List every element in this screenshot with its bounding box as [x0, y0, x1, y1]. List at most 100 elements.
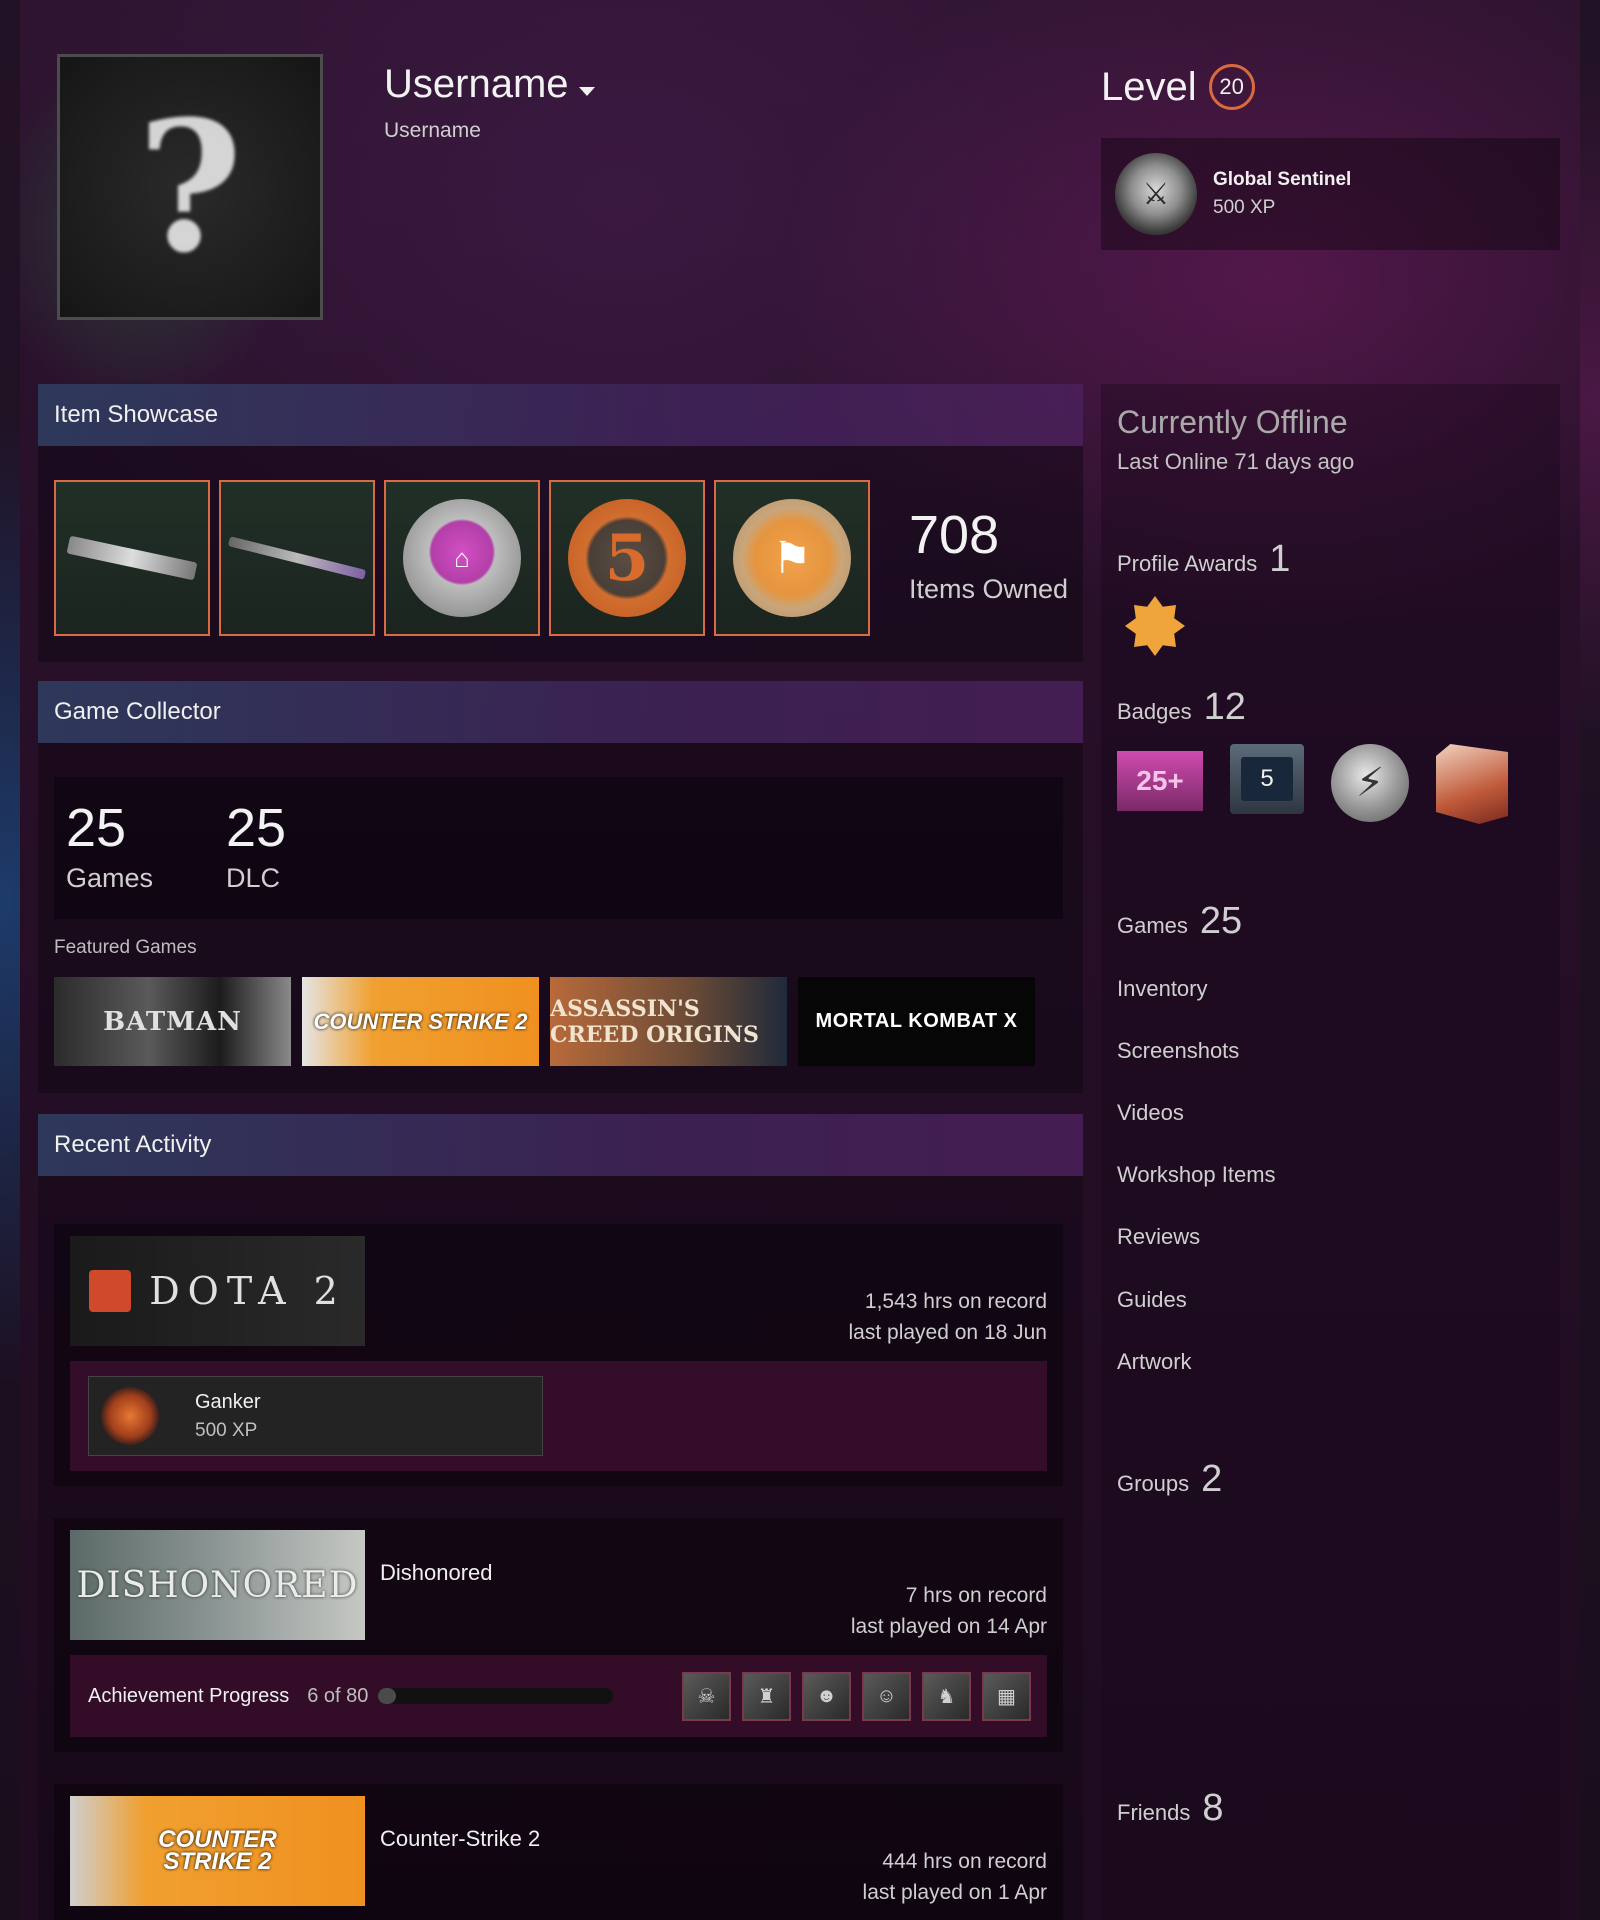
ganker-badge-icon: [101, 1387, 159, 1445]
featured-game-batman[interactable]: BATMAN: [54, 977, 291, 1066]
online-status: Currently Offline Last Online 71 days ag…: [1117, 404, 1354, 475]
screenshots-link[interactable]: Screenshots: [1117, 1038, 1239, 1064]
game-capsule-cs2[interactable]: COUNTER STRIKE 2: [70, 1796, 365, 1906]
items-owned-label: Items Owned: [909, 574, 1069, 604]
avatar-placeholder-icon: ?: [137, 81, 243, 293]
profile-awards-link[interactable]: Profile Awards 1: [1117, 538, 1290, 581]
featured-game-ac-origins[interactable]: ASSASSIN'S CREED ORIGINS: [550, 977, 787, 1066]
badges-link[interactable]: Badges 12: [1117, 686, 1246, 729]
showcase-item-sniper[interactable]: [219, 480, 375, 636]
showcase-item-capitol-coin[interactable]: ⌂: [384, 480, 540, 636]
lightning-badge-icon[interactable]: ⚡: [1331, 744, 1409, 822]
cs-rank-emblem-icon: ⚔: [1115, 153, 1197, 235]
items-owned[interactable]: 708 Items Owned: [909, 504, 1068, 605]
inventory-link[interactable]: Inventory: [1117, 976, 1208, 1002]
game-capsule-dota2[interactable]: DOTA 2: [70, 1236, 365, 1346]
status-text: Currently Offline: [1117, 404, 1348, 440]
showcase-item-veteran-coin[interactable]: 5: [549, 480, 705, 636]
achievement-icon[interactable]: ☺: [862, 1671, 911, 1721]
friends-count: 8: [1202, 1787, 1224, 1829]
games-stat[interactable]: 25 Games: [66, 797, 153, 894]
dishonored-title[interactable]: Dishonored: [380, 1560, 493, 1586]
achievement-icon[interactable]: ♜: [742, 1671, 791, 1721]
level-badge[interactable]: 20: [1208, 64, 1255, 110]
featured-game-cs2[interactable]: COUNTER STRIKE 2: [302, 977, 539, 1066]
achievement-icon[interactable]: ▦: [982, 1671, 1031, 1721]
level-5-badge-value: 5: [1241, 757, 1293, 801]
level-label: Level: [1101, 64, 1197, 109]
profile-level: Level 20: [1101, 64, 1255, 110]
dota2-badge-card[interactable]: Ganker 500 XP: [88, 1376, 543, 1456]
badges-count: 12: [1203, 686, 1246, 728]
showcase-item-rifle[interactable]: [54, 480, 210, 636]
profile-page: ? Username Username Level 20 ⚔ Global Se…: [20, 0, 1580, 1920]
reviews-link[interactable]: Reviews: [1117, 1224, 1200, 1250]
featured-badge[interactable]: ⚔ Global Sentinel 500 XP: [1101, 138, 1560, 250]
years-badge[interactable]: 25+: [1117, 751, 1203, 811]
award-star-icon: [1125, 596, 1185, 656]
achievement-progress-count: 6 of 80: [307, 1684, 369, 1707]
achievement-icon[interactable]: ☻: [802, 1671, 851, 1721]
dishonored-last-played: last played on 14 Apr: [850, 1615, 1047, 1638]
games-link[interactable]: Games 25: [1117, 900, 1242, 943]
cs2-playtime: 444 hrs on record last played on 1 Apr: [863, 1846, 1047, 1908]
game-capsule-dishonored[interactable]: DISHONORED: [70, 1530, 365, 1640]
profile-awards-count: 1: [1269, 538, 1291, 580]
last-online: Last Online 71 days ago: [1117, 449, 1355, 474]
achievement-progress-fill: [378, 1688, 396, 1704]
persona-name-dropdown[interactable]: Username: [384, 62, 595, 107]
friends-link[interactable]: Friends 8: [1117, 1787, 1224, 1830]
achievement-icon[interactable]: ☠: [682, 1671, 731, 1721]
dlc-count: 25: [226, 798, 287, 858]
medal-icon: ⚑: [733, 499, 851, 617]
achievement-progress-row[interactable]: Achievement Progress 6 of 80 ☠ ♜ ☻ ☺ ♞ ▦: [70, 1655, 1047, 1737]
activity-dota2: DOTA 2 1,543 hrs on record last played o…: [54, 1224, 1063, 1486]
persona-header: Username Username: [384, 62, 595, 143]
badges-row: 25+ 5 ⚡: [1117, 744, 1508, 824]
featured-games-label: Featured Games: [54, 937, 197, 958]
groups-count: 2: [1201, 1458, 1223, 1500]
avatar[interactable]: ?: [57, 54, 323, 320]
ak47-icon: [66, 535, 198, 581]
workshop-items-link[interactable]: Workshop Items: [1117, 1162, 1276, 1188]
achievement-icons: ☠ ♜ ☻ ☺ ♞ ▦: [682, 1671, 1031, 1721]
profile-award[interactable]: [1125, 596, 1187, 672]
dlc-label: DLC: [226, 863, 281, 893]
item-showcase-header: Item Showcase: [38, 384, 1083, 446]
dota2-hours: 1,543 hrs on record: [864, 1290, 1047, 1313]
achievement-progress-bar: [378, 1688, 614, 1704]
dota2-badge-row: Ganker 500 XP: [70, 1361, 1047, 1471]
showcase-item-service-medal[interactable]: ⚑: [714, 480, 870, 636]
cs2-title[interactable]: Counter-Strike 2: [380, 1826, 540, 1852]
featured-game-mkx[interactable]: MORTAL KOMBAT X: [798, 977, 1035, 1066]
activity-cs2: COUNTER STRIKE 2 Counter-Strike 2 444 hr…: [54, 1784, 1063, 1920]
games-count: 25: [66, 798, 127, 858]
games-label: Games: [1117, 913, 1188, 938]
dlc-stat[interactable]: 25 DLC: [226, 797, 286, 894]
achievement-icon[interactable]: ♞: [922, 1671, 971, 1721]
videos-link[interactable]: Videos: [1117, 1100, 1184, 1126]
coin-icon: 5: [568, 499, 686, 617]
dota-logo-icon: [89, 1270, 132, 1312]
artwork-link[interactable]: Artwork: [1117, 1349, 1192, 1375]
dishonored-playtime: 7 hrs on record last played on 14 Apr: [851, 1580, 1047, 1642]
persona-name: Username: [384, 62, 569, 106]
game-collector: Game Collector 25 Games 25 DLC Featured …: [38, 681, 1083, 1093]
badge-xp: 500 XP: [195, 1419, 258, 1441]
items-owned-count: 708: [909, 505, 1000, 565]
sale-badge-icon[interactable]: [1436, 744, 1508, 824]
profile-awards-label: Profile Awards: [1117, 551, 1258, 576]
groups-link[interactable]: Groups 2: [1117, 1458, 1222, 1501]
cs2-capsule-line2: STRIKE 2: [163, 1848, 272, 1875]
dishonored-hours: 7 hrs on record: [905, 1584, 1047, 1607]
level-5-badge[interactable]: 5: [1230, 744, 1304, 814]
badge-name: Ganker: [195, 1390, 261, 1413]
dota2-playtime: 1,543 hrs on record last played on 18 Ju…: [849, 1286, 1047, 1348]
games-label: Games: [66, 863, 154, 893]
featured-badge-xp: 500 XP: [1213, 197, 1276, 218]
game-collector-header: Game Collector: [38, 681, 1083, 743]
guides-link[interactable]: Guides: [1117, 1287, 1187, 1313]
activity-dishonored: DISHONORED Dishonored 7 hrs on record la…: [54, 1518, 1063, 1752]
collector-stats: 25 Games 25 DLC: [54, 777, 1063, 919]
coin-icon: ⌂: [403, 499, 521, 617]
